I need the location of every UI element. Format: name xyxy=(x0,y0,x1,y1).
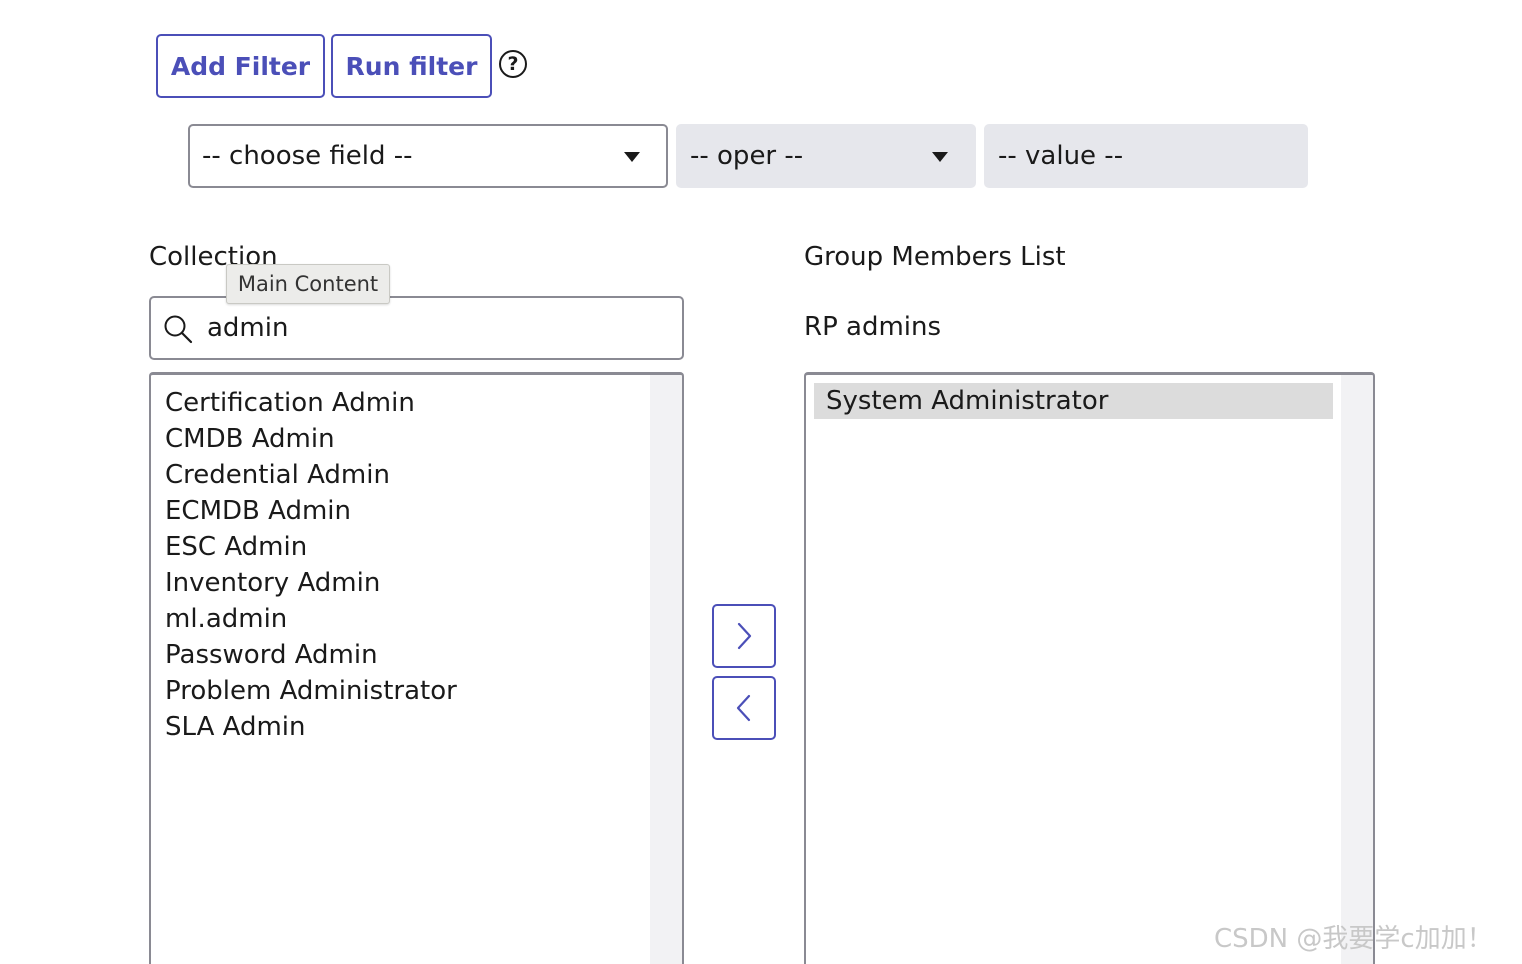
collection-listbox[interactable]: Certification Admin CMDB Admin Credentia… xyxy=(149,372,684,964)
add-to-members-button[interactable] xyxy=(712,604,776,668)
main-content-tooltip: Main Content xyxy=(226,264,390,304)
group-name: RP admins xyxy=(804,312,942,342)
chevron-left-icon xyxy=(736,694,751,722)
watermark: CSDN @我要学c加加！ xyxy=(1214,924,1493,954)
remove-from-members-button[interactable] xyxy=(712,676,776,740)
value-field: -- value -- xyxy=(984,124,1308,188)
add-filter-button[interactable]: Add Filter xyxy=(156,34,325,98)
chevron-right-icon xyxy=(737,622,752,650)
list-item[interactable]: Certification Admin xyxy=(153,385,648,421)
members-items: System Administrator xyxy=(814,383,1333,419)
list-item[interactable]: ESC Admin xyxy=(153,529,648,565)
collection-search[interactable] xyxy=(149,296,684,360)
list-item[interactable]: Inventory Admin xyxy=(153,565,648,601)
list-item[interactable]: ml.admin xyxy=(153,601,648,637)
help-icon[interactable]: ? xyxy=(499,50,527,78)
caret-down-icon xyxy=(624,152,640,162)
operator-select: -- oper -- xyxy=(676,124,976,188)
list-item[interactable]: Password Admin xyxy=(153,637,648,673)
list-item[interactable]: Credential Admin xyxy=(153,457,648,493)
caret-down-icon xyxy=(932,152,948,162)
operator-value: -- oper -- xyxy=(690,141,804,171)
value-placeholder: -- value -- xyxy=(998,141,1124,171)
search-input[interactable] xyxy=(207,306,667,350)
list-item[interactable]: ECMDB Admin xyxy=(153,493,648,529)
scrollbar[interactable] xyxy=(650,375,682,964)
list-item[interactable]: Problem Administrator xyxy=(153,673,648,709)
run-filter-button[interactable]: Run filter xyxy=(331,34,492,98)
list-item[interactable]: System Administrator xyxy=(814,383,1333,419)
list-item[interactable]: SLA Admin xyxy=(153,709,648,745)
list-item[interactable]: CMDB Admin xyxy=(153,421,648,457)
choose-field-value: -- choose field -- xyxy=(202,141,413,171)
group-members-heading: Group Members List xyxy=(804,242,1066,272)
choose-field-select[interactable]: -- choose field -- xyxy=(188,124,668,188)
members-listbox[interactable]: System Administrator xyxy=(804,372,1375,964)
scrollbar[interactable] xyxy=(1341,375,1373,964)
collection-items: Certification Admin CMDB Admin Credentia… xyxy=(153,385,648,745)
search-icon xyxy=(164,315,193,344)
